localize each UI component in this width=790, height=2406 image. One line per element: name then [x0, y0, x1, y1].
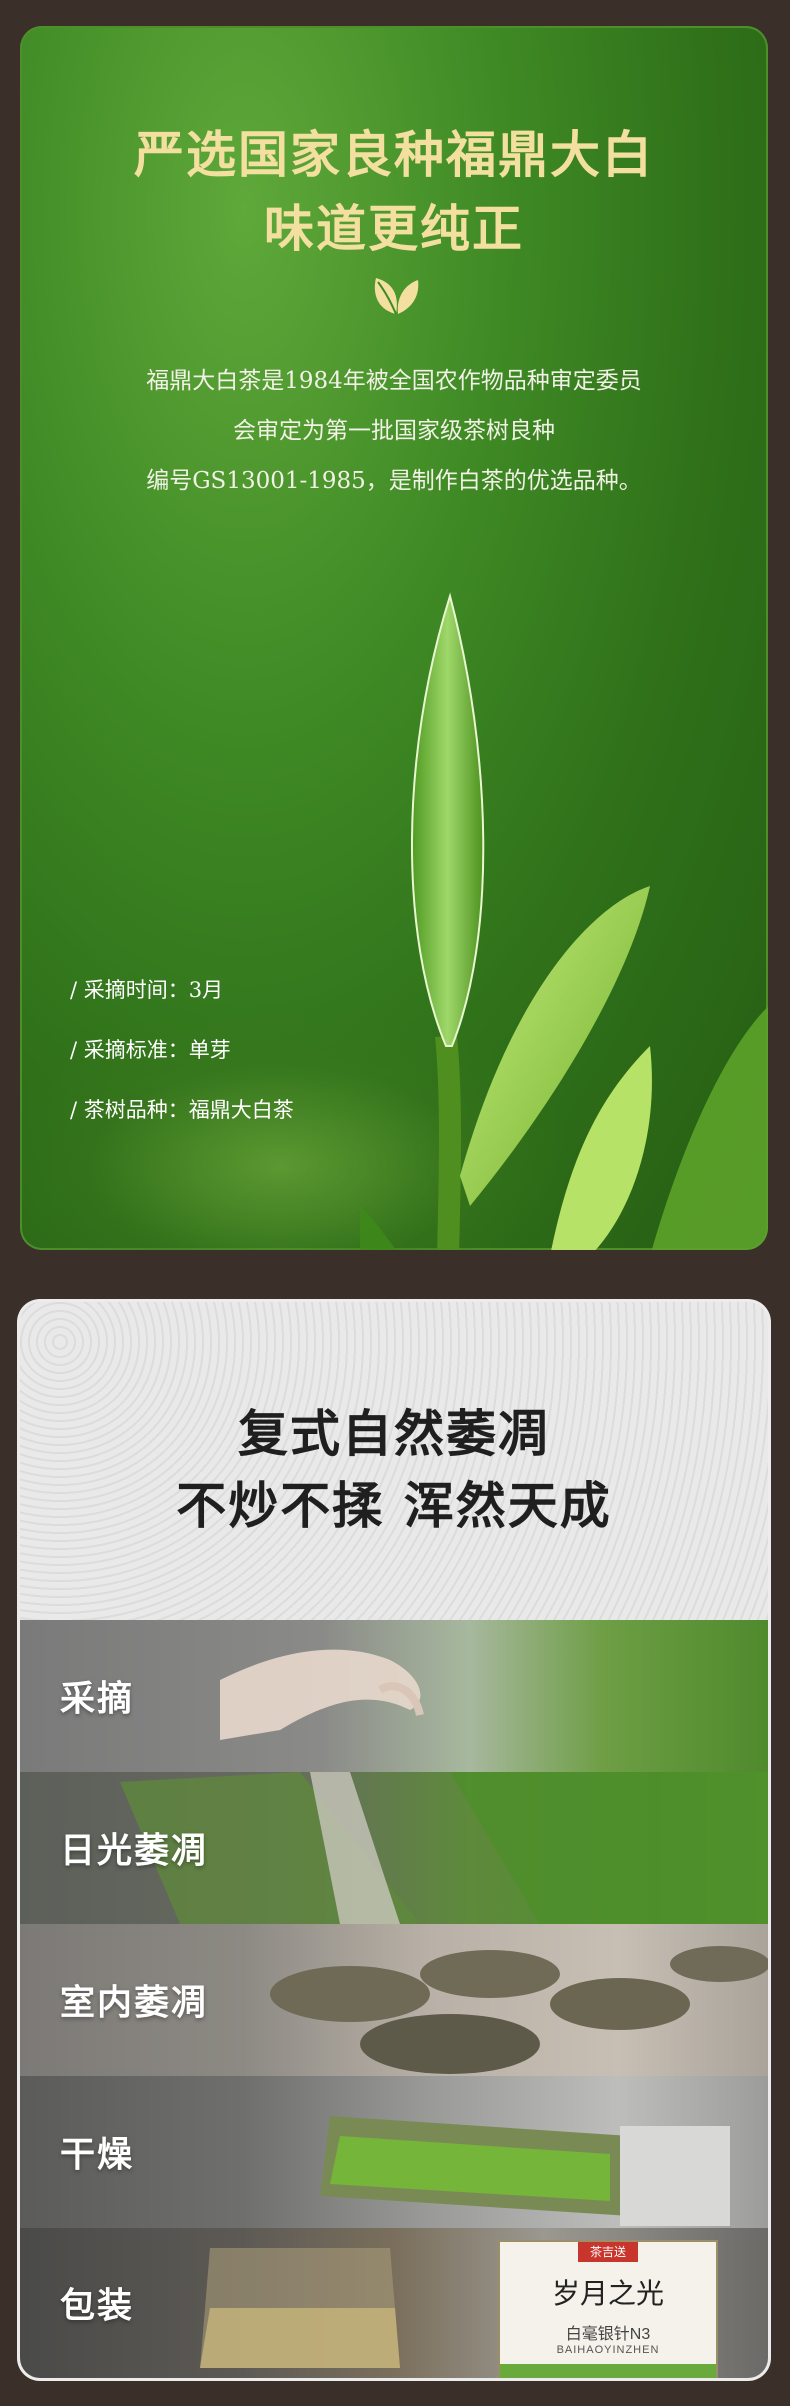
tea-package: 茶吉送 岁月之光 白毫银针N3 BAIHAOYINZHEN [498, 2240, 718, 2378]
process-card: 复式自然萎凋 不炒不揉 浑然天成 采摘 日光萎凋 室内萎凋 干燥 茶吉送 岁月之… [20, 1302, 768, 2378]
package-pinyin: BAIHAOYINZHEN [556, 2344, 660, 2356]
step-packaging: 茶吉送 岁月之光 白毫银针N3 BAIHAOYINZHEN 包装 [20, 2228, 768, 2378]
step-label: 采摘 [60, 1678, 135, 1720]
package-product: 白毫银针N3 [565, 2326, 651, 2343]
intro-line: 福鼎大白茶是1984年被全国农作物品种审定委员 [146, 368, 642, 394]
process-header: 复式自然萎凋 不炒不揉 浑然天成 [20, 1302, 768, 1620]
spec-picking-standard: / 采摘标准：单芽 [70, 1038, 231, 1062]
step-label: 室内萎凋 [60, 1982, 209, 2024]
process-title: 复式自然萎凋 不炒不揉 浑然天成 [20, 1398, 768, 1542]
variety-title: 严选国家良种福鼎大白 味道更纯正 [20, 118, 768, 266]
step-drying: 干燥 [20, 2076, 768, 2228]
step-label: 日光萎凋 [60, 1830, 209, 1872]
spec-tea-variety: / 茶树品种：福鼎大白茶 [70, 1098, 294, 1122]
tea-sprout-illustration [360, 592, 768, 1250]
brand-badge: 茶吉送 [578, 2242, 638, 2262]
hand-picking-illustration [220, 1649, 424, 1740]
step-label: 包装 [60, 2285, 135, 2327]
step-picking: 采摘 [20, 1620, 768, 1772]
process-title-line1: 复式自然萎凋 [238, 1404, 550, 1463]
variety-intro: 福鼎大白茶是1984年被全国农作物品种审定委员 会审定为第一批国家级茶树良种 编… [20, 356, 768, 506]
step-indoor-withering: 室内萎凋 [20, 1924, 768, 2076]
withering-racks-illustration [120, 1772, 768, 1924]
package-name: 岁月之光 [551, 2277, 664, 2310]
intro-line: 编号GS13001-1985，是制作白茶的优选品种。 [146, 468, 642, 494]
step-label: 干燥 [60, 2134, 135, 2176]
spec-picking-time: / 采摘时间：3月 [70, 978, 224, 1002]
variety-title-line1: 严选国家良种福鼎大白 [134, 125, 654, 184]
package-band [500, 2364, 716, 2378]
process-title-line2: 不炒不揉 浑然天成 [176, 1476, 612, 1535]
leaf-icon [374, 278, 419, 315]
intro-line: 会审定为第一批国家级茶树良种 [233, 418, 555, 444]
variety-card: 严选国家良种福鼎大白 味道更纯正 福鼎大白茶是1984年被全国农作物品种审定委员… [20, 26, 768, 1250]
variety-title-line2: 味道更纯正 [264, 199, 524, 258]
step-sun-withering: 日光萎凋 [20, 1772, 768, 1924]
glass-pitcher-illustration [200, 2248, 400, 2368]
